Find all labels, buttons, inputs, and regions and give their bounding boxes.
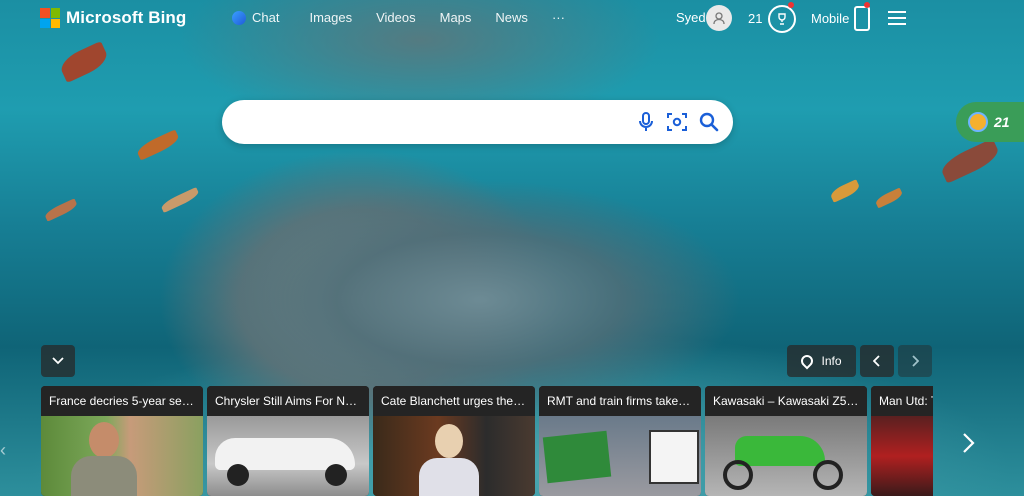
- tab-label: Chat: [252, 10, 280, 25]
- news-card[interactable]: Man Utd: T: [871, 386, 933, 496]
- microsoft-logo-icon: [40, 8, 60, 28]
- next-image-button[interactable]: [898, 345, 932, 377]
- nav-tabs: Chat Images Videos Maps News ···: [232, 10, 589, 25]
- visual-search-icon[interactable]: [665, 110, 689, 134]
- news-title: Chrysler Still Aims For New...: [207, 386, 369, 416]
- news-card[interactable]: Chrysler Still Aims For New...: [207, 386, 369, 496]
- user-name[interactable]: Syed: [676, 10, 706, 25]
- info-label: Info: [821, 354, 842, 368]
- news-title: Man Utd: T: [871, 386, 933, 416]
- news-image: [539, 416, 701, 496]
- news-title: RMT and train firms take st...: [539, 386, 701, 416]
- more-menu[interactable]: ···: [552, 10, 565, 25]
- news-carousel: France decries 5-year sente... Chrysler …: [41, 386, 933, 496]
- news-title: Kawasaki – Kawasaki Z500 ...: [705, 386, 867, 416]
- chevron-down-icon: [52, 357, 64, 365]
- news-title: France decries 5-year sente...: [41, 386, 203, 416]
- news-image: [871, 416, 933, 496]
- news-image: [705, 416, 867, 496]
- carousel-prev-icon[interactable]: ‹: [0, 440, 6, 461]
- phone-notification-dot: [864, 2, 870, 8]
- hamburger-menu-icon[interactable]: [888, 11, 906, 29]
- avatar[interactable]: [706, 5, 732, 31]
- chat-icon: [232, 10, 246, 25]
- brand-name: Microsoft Bing: [66, 8, 187, 27]
- carousel-next-icon[interactable]: [962, 432, 976, 460]
- notification-dot: [788, 2, 794, 8]
- tab-maps[interactable]: Maps: [440, 10, 472, 25]
- search-input[interactable]: [242, 100, 626, 146]
- user-icon: [713, 12, 725, 25]
- tab-videos[interactable]: Videos: [376, 10, 416, 25]
- rewards-badge[interactable]: 21: [956, 102, 1024, 142]
- rewards-count: 21: [994, 114, 1010, 130]
- rewards-points[interactable]: 21: [748, 11, 762, 26]
- chevron-left-icon: [873, 355, 880, 367]
- previous-image-button[interactable]: [860, 345, 894, 377]
- news-image: [373, 416, 535, 496]
- bing-logo[interactable]: Microsoft Bing: [40, 8, 186, 28]
- news-image: [207, 416, 369, 496]
- location-pin-icon: [798, 352, 816, 370]
- info-button[interactable]: Info: [787, 345, 856, 377]
- medal-icon: [968, 112, 988, 132]
- news-card[interactable]: France decries 5-year sente...: [41, 386, 203, 496]
- news-image: [41, 416, 203, 496]
- phone-icon[interactable]: [854, 6, 870, 31]
- mobile-label[interactable]: Mobile: [811, 11, 849, 26]
- tab-news[interactable]: News: [495, 10, 528, 25]
- tab-chat[interactable]: Chat: [232, 10, 279, 25]
- tab-images[interactable]: Images: [309, 10, 352, 25]
- news-title: Cate Blanchett urges the E...: [373, 386, 535, 416]
- chevron-right-icon: [912, 355, 919, 367]
- news-card[interactable]: Kawasaki – Kawasaki Z500 ...: [705, 386, 867, 496]
- microphone-icon[interactable]: [634, 110, 658, 134]
- search-icon[interactable]: [697, 110, 721, 134]
- top-nav: Microsoft Bing Chat Images Videos Maps N…: [0, 0, 1024, 36]
- trophy-icon[interactable]: [768, 5, 796, 33]
- news-card[interactable]: Cate Blanchett urges the E...: [373, 386, 535, 496]
- search-box: [222, 100, 733, 146]
- news-card[interactable]: RMT and train firms take st...: [539, 386, 701, 496]
- collapse-button[interactable]: [41, 345, 75, 377]
